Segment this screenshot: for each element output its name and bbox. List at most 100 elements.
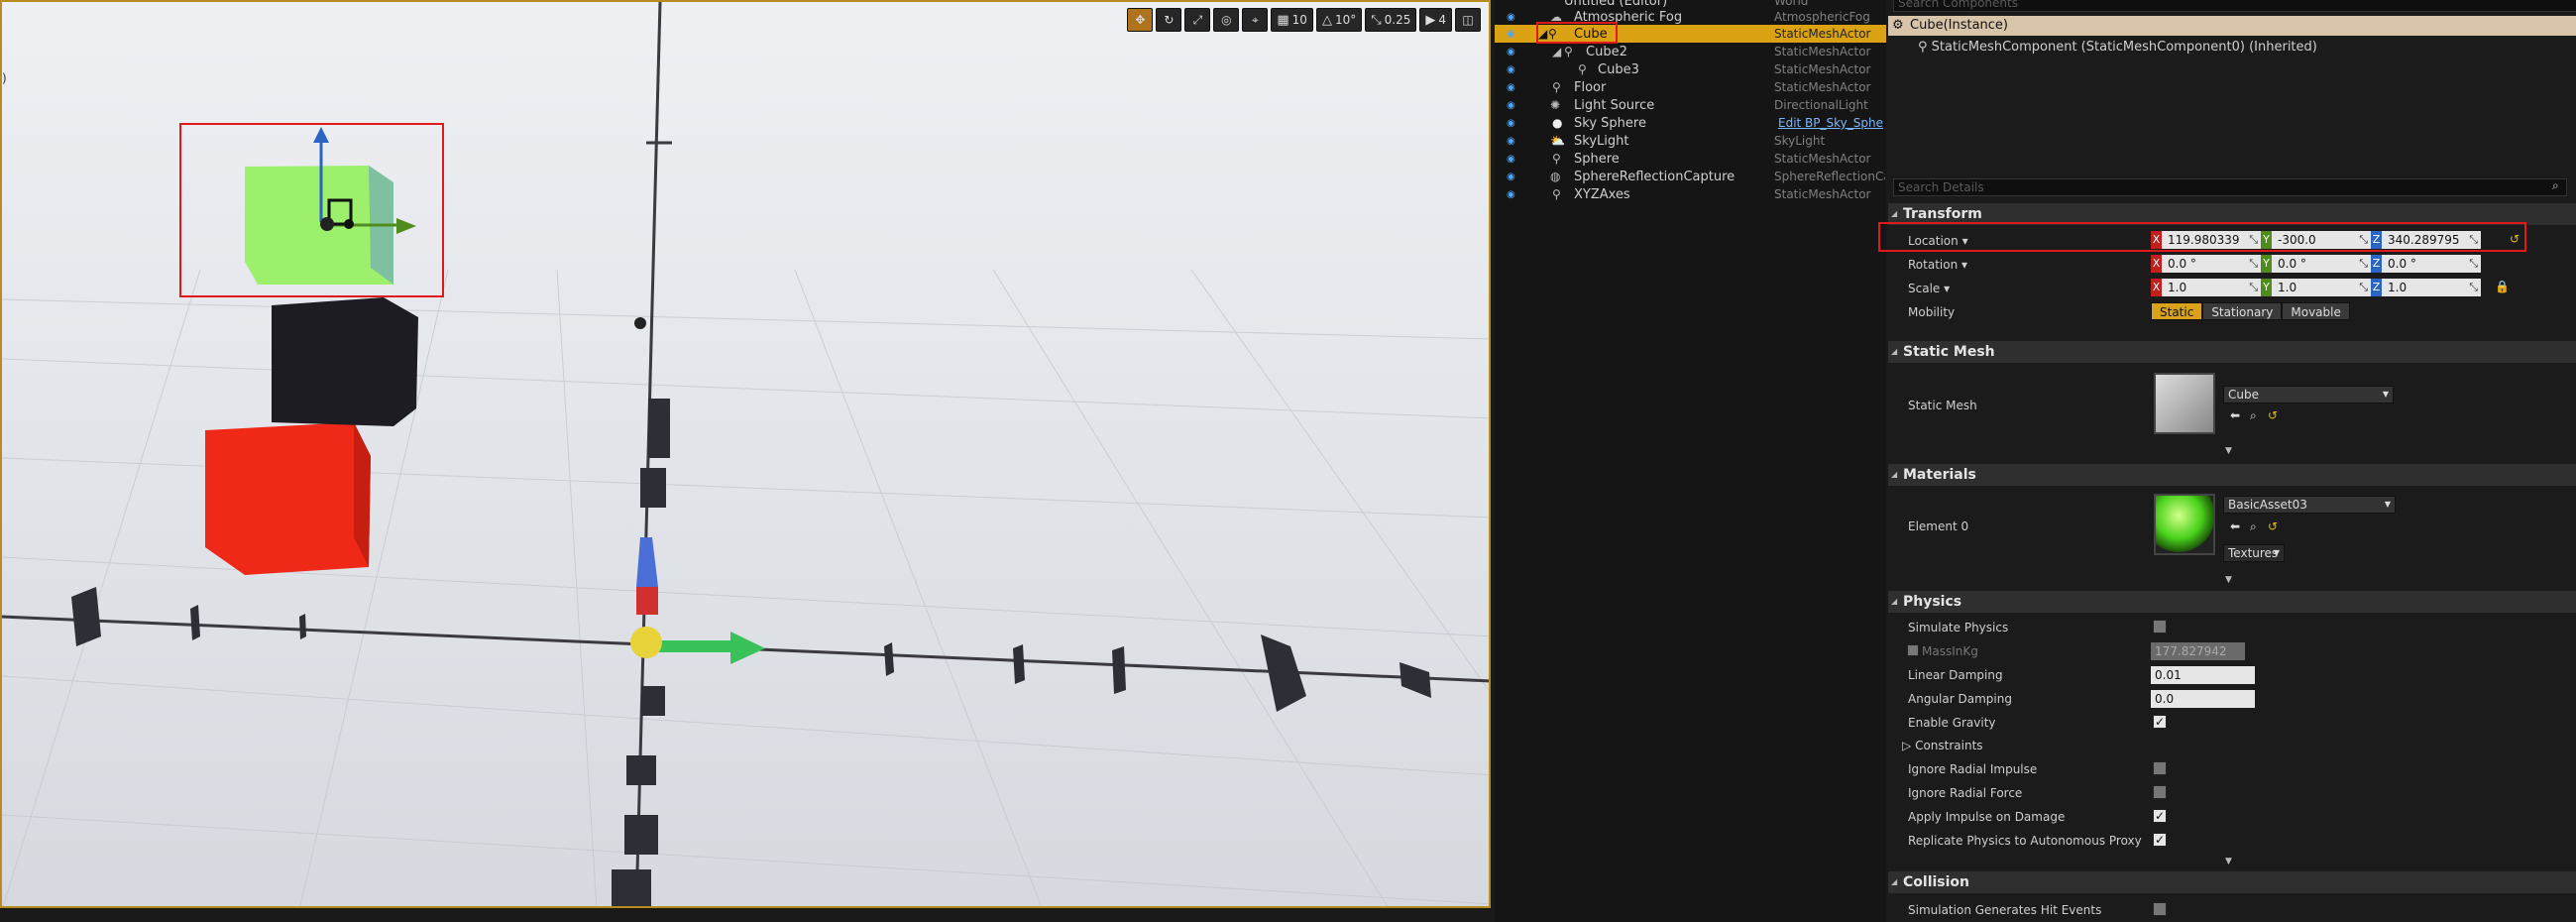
reflection-capture-icon: ◍ — [1550, 170, 1561, 183]
search-components-input[interactable]: Search Components — [1893, 0, 2576, 12]
expand-more-icon[interactable]: ▼ — [2225, 575, 2232, 585]
browse-search-icon[interactable]: ⌕ — [2250, 519, 2257, 534]
outliner-row[interactable]: ◉ ⚲ Floor StaticMeshActor — [1495, 78, 1886, 96]
edit-blueprint-link[interactable]: Edit BP_Sky_Sphe — [1778, 116, 1887, 130]
linear-damping-field[interactable]: 0.01 — [2151, 666, 2255, 684]
visibility-eye-icon[interactable]: ◉ — [1507, 47, 1520, 58]
visibility-eye-icon[interactable]: ◉ — [1507, 136, 1520, 147]
unreal-editor: ) ✥ ↻ ⤢ ◎ ⌖ ▦ 10 △ 10° ⤡ 0.25 ▶ 4 ◫ Untitled… — [0, 0, 2576, 922]
visibility-eye-icon[interactable]: ◉ — [1507, 29, 1520, 40]
visibility-eye-icon[interactable]: ◉ — [1507, 12, 1520, 23]
visibility-eye-icon[interactable]: ◉ — [1507, 172, 1520, 182]
search-details-input[interactable]: Search Details — [1893, 178, 2567, 196]
skylight-icon: ⛅ — [1550, 134, 1565, 148]
world-local-toggle-icon[interactable]: ◎ — [1213, 8, 1240, 32]
rotation-label[interactable]: Rotation ▾ — [1908, 258, 1967, 272]
scale-snap-icon: ⤡ — [1371, 12, 1382, 28]
scale-x-field[interactable]: 1.0 — [2162, 279, 2261, 296]
reset-mesh-icon[interactable]: ↺ — [2268, 408, 2278, 422]
physics-category[interactable]: Physics — [1888, 591, 2576, 613]
actor-icon: ⚲ — [1552, 187, 1561, 201]
scale-y-field[interactable]: 1.0 — [2272, 279, 2371, 296]
surface-snap-icon[interactable]: ⌖ — [1242, 8, 1269, 32]
viewport-corner-marker: ) — [2, 71, 7, 85]
outliner-row[interactable]: ◉ ⚲ Cube3 StaticMeshActor — [1495, 60, 1886, 78]
rotation-x-field[interactable]: 0.0 ° — [2162, 255, 2261, 273]
use-selected-arrow-icon[interactable]: ⬅ — [2230, 408, 2240, 422]
apply-impulse-checkbox[interactable]: ✓ — [2153, 809, 2167, 823]
visibility-eye-icon[interactable]: ◉ — [1507, 100, 1520, 111]
world-outliner: Untitled (Editor) World ◉ ☁ Atmospheric … — [1495, 0, 1886, 922]
static-mesh-category[interactable]: Static Mesh — [1888, 341, 2576, 363]
rotation-y-field[interactable]: 0.0 ° — [2272, 255, 2371, 273]
angular-damping-label: Angular Damping — [1908, 692, 2012, 706]
mobility-stationary-button[interactable]: Stationary — [2202, 302, 2283, 320]
scale-tool-icon[interactable]: ⤢ — [1184, 8, 1211, 32]
replicate-physics-checkbox[interactable]: ✓ — [2153, 833, 2167, 847]
outliner-row[interactable]: ◉ ◢ ⚲ Cube2 StaticMeshActor — [1495, 43, 1886, 60]
mobility-selector: Static Stationary Movable — [2151, 302, 2350, 320]
textures-dropdown[interactable]: Textures — [2223, 544, 2285, 562]
details-panel: Search Components ⚙ Cube(Instance) ⚲ Sta… — [1878, 0, 2576, 922]
z-axis-tag: Z — [2371, 279, 2382, 296]
rotate-tool-icon[interactable]: ↻ — [1156, 8, 1182, 32]
constraints-row[interactable]: ▷ Constraints — [1902, 739, 1983, 752]
simulate-physics-checkbox[interactable] — [2153, 620, 2167, 634]
hit-events-checkbox[interactable] — [2153, 902, 2167, 916]
rotation-z-field[interactable]: 0.0 ° — [2382, 255, 2481, 273]
component-root[interactable]: ⚙ Cube(Instance) — [1888, 16, 2576, 36]
static-mesh-label: Static Mesh — [1908, 399, 1977, 412]
outliner-row[interactable]: ◉ ◍ SphereReflectionCapture SphereReflec… — [1495, 168, 1886, 185]
sphere-icon: ● — [1552, 116, 1563, 130]
grid-icon: ▦ — [1277, 12, 1289, 28]
visibility-eye-icon[interactable]: ◉ — [1507, 154, 1520, 165]
lock-icon[interactable]: 🔒 — [2495, 280, 2510, 293]
outliner-row[interactable]: ◉ ✺ Light Source DirectionalLight — [1495, 96, 1886, 114]
y-axis-tag: Y — [2261, 279, 2272, 296]
materials-category[interactable]: Materials — [1888, 464, 2576, 486]
translate-tool-icon[interactable]: ✥ — [1127, 8, 1154, 32]
outliner-row[interactable]: ◉ ⛅ SkyLight SkyLight — [1495, 132, 1886, 150]
level-viewport[interactable]: ) ✥ ↻ ⤢ ◎ ⌖ ▦ 10 △ 10° ⤡ 0.25 ▶ 4 ◫ — [0, 0, 1491, 908]
scale-z-field[interactable]: 1.0 — [2382, 279, 2481, 296]
material-dropdown[interactable]: BasicAsset03 — [2223, 496, 2396, 514]
browse-search-icon[interactable]: ⌕ — [2250, 408, 2257, 423]
expand-more-icon[interactable]: ▼ — [2225, 857, 2232, 866]
collision-category[interactable]: Collision — [1888, 871, 2576, 893]
visibility-eye-icon[interactable]: ◉ — [1507, 118, 1520, 129]
mobility-static-button[interactable]: Static — [2151, 302, 2203, 320]
enable-gravity-checkbox[interactable]: ✓ — [2153, 715, 2167, 729]
component-child[interactable]: ⚲ StaticMeshComponent (StaticMeshCompone… — [1918, 40, 2317, 55]
mobility-movable-button[interactable]: Movable — [2282, 302, 2350, 320]
rotation-snap-button[interactable]: △ 10° — [1315, 8, 1363, 32]
visibility-eye-icon[interactable]: ◉ — [1507, 64, 1520, 75]
simulate-physics-label: Simulate Physics — [1908, 621, 2009, 634]
element0-label: Element 0 — [1908, 519, 1969, 533]
material-thumbnail[interactable] — [2154, 494, 2215, 555]
mesh-thumbnail[interactable] — [2154, 373, 2215, 434]
ignore-radial-impulse-checkbox[interactable] — [2153, 761, 2167, 775]
camera-speed-button[interactable]: ▶ 4 — [1419, 8, 1452, 32]
reset-material-icon[interactable]: ↺ — [2268, 519, 2278, 533]
maximize-viewport-icon[interactable]: ◫ — [1455, 8, 1481, 32]
outliner-row[interactable]: ◉ ● Sky Sphere Edit BP_Sky_Sphe — [1495, 114, 1886, 132]
mass-override-checkbox[interactable] — [1907, 644, 1919, 656]
grid-snap-button[interactable]: ▦ 10 — [1271, 8, 1313, 32]
outliner-row[interactable]: ◉ ⚲ Sphere StaticMeshActor — [1495, 150, 1886, 168]
ignore-radial-force-checkbox[interactable] — [2153, 785, 2167, 799]
enable-gravity-label: Enable Gravity — [1908, 716, 1996, 730]
scale-label[interactable]: Scale ▾ — [1908, 282, 1950, 295]
visibility-eye-icon[interactable]: ◉ — [1507, 82, 1520, 93]
replicate-physics-label: Replicate Physics to Autonomous Proxy — [1908, 834, 2142, 848]
visibility-eye-icon[interactable]: ◉ — [1507, 189, 1520, 200]
outliner-row[interactable]: ◉ ⚲ XYZAxes StaticMeshActor — [1495, 185, 1886, 203]
angular-damping-field[interactable]: 0.0 — [2151, 690, 2255, 708]
expand-more-icon[interactable]: ▼ — [2225, 446, 2232, 456]
expand-arrow-icon[interactable]: ◢ — [1552, 45, 1561, 58]
use-selected-arrow-icon[interactable]: ⬅ — [2230, 519, 2240, 533]
scale-vector: X1.0 Y1.0 Z1.0 — [2151, 279, 2481, 296]
scale-snap-button[interactable]: ⤡ 0.25 — [1365, 8, 1417, 32]
x-axis-tag: X — [2151, 255, 2162, 273]
mesh-component-icon: ⚲ — [1918, 40, 1928, 55]
static-mesh-dropdown[interactable]: Cube — [2223, 386, 2394, 403]
